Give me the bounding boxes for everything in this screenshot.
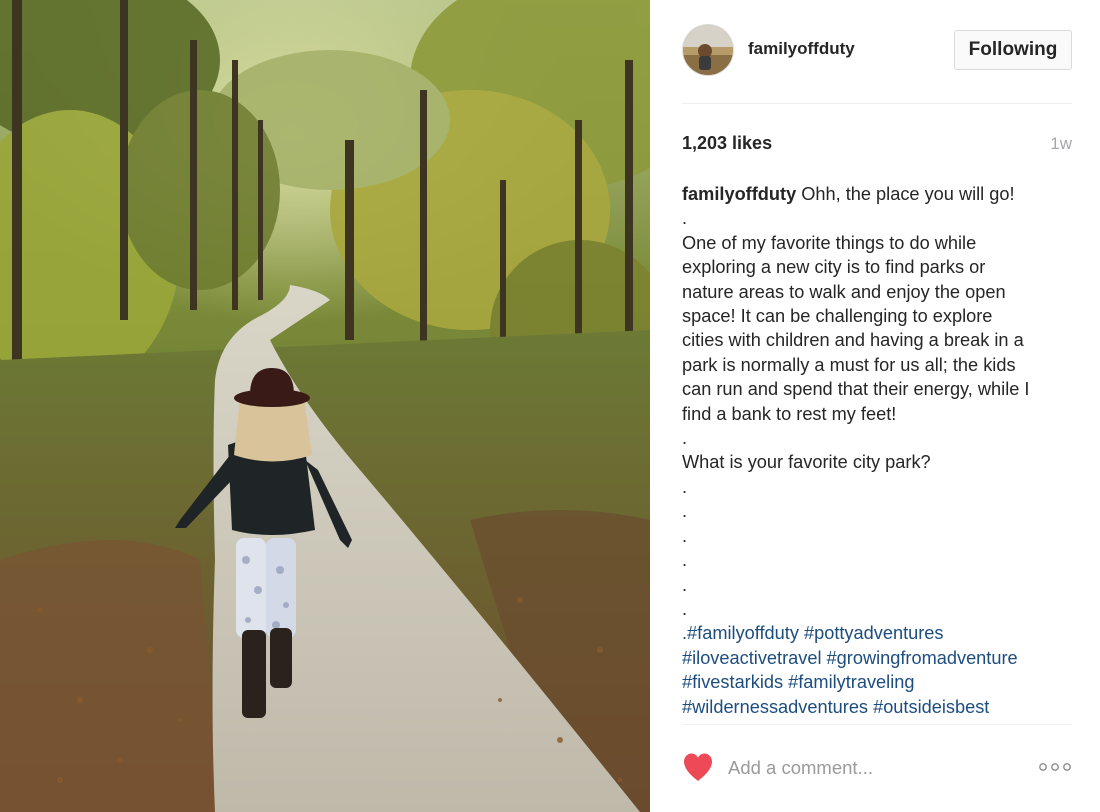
username[interactable]: familyoffduty — [748, 39, 855, 59]
caption-line: What is your favorite city park? — [682, 452, 931, 473]
post-header: familyoffduty Following — [682, 24, 1072, 104]
following-button[interactable]: Following — [954, 30, 1072, 70]
post-stats: 1,203 likes 1w — [682, 133, 1072, 155]
heart-icon[interactable] — [682, 752, 714, 782]
caption-line: . — [682, 208, 688, 229]
post-time[interactable]: 1w — [1050, 134, 1072, 154]
post-details-panel: familyoffduty Following 1,203 likes 1w f… — [650, 0, 1100, 812]
caption-line: . — [682, 525, 688, 546]
caption-line: . — [682, 428, 688, 449]
caption-line: park is normally a must for us all; the … — [682, 354, 1016, 375]
caption-line: find a bank to rest my feet! — [682, 403, 897, 424]
hashtag-line[interactable]: #wildernessadventures #outsideisbest — [682, 695, 1078, 719]
caption-line: . — [682, 574, 688, 595]
user-avatar[interactable] — [682, 24, 734, 76]
caption-line: nature areas to walk and enjoy the open — [682, 281, 1006, 302]
caption-line: . — [682, 501, 688, 522]
hashtag-line[interactable]: #fivestarkids #familytraveling — [682, 670, 1078, 694]
comment-divider — [682, 724, 1072, 725]
comment-input[interactable] — [728, 752, 1028, 784]
caption-line: exploring a new city is to find parks or — [682, 257, 986, 278]
hashtag-list: .#familyoffduty #pottyadventures #ilovea… — [682, 621, 1078, 719]
caption-line: can run and spend that their energy, whi… — [682, 379, 1030, 400]
comment-bar — [682, 748, 1072, 788]
likes-count[interactable]: 1,203 likes — [682, 133, 772, 154]
caption-line: . — [682, 550, 688, 571]
forest-path-image — [0, 0, 650, 812]
post-photo[interactable] — [0, 0, 650, 812]
caption-line: . — [682, 598, 688, 619]
caption-line: . — [682, 476, 688, 497]
caption-line: cities with children and having a break … — [682, 330, 1024, 351]
caption-line: space! It can be challenging to explore — [682, 306, 993, 327]
caption-author[interactable]: familyoffduty — [682, 184, 796, 204]
more-options-icon[interactable] — [1038, 759, 1072, 775]
caption-line: One of my favorite things to do while — [682, 232, 977, 253]
hashtag-line[interactable]: #iloveactivetravel #growingfromadventure — [682, 646, 1078, 670]
hashtag-line[interactable]: .#familyoffduty #pottyadventures — [682, 621, 1078, 645]
caption-first-line: familyoffduty Ohh, the place you will go… — [682, 182, 1078, 206]
caption-text: Ohh, the place you will go! — [796, 184, 1015, 204]
post-caption: familyoffduty Ohh, the place you will go… — [682, 182, 1078, 719]
